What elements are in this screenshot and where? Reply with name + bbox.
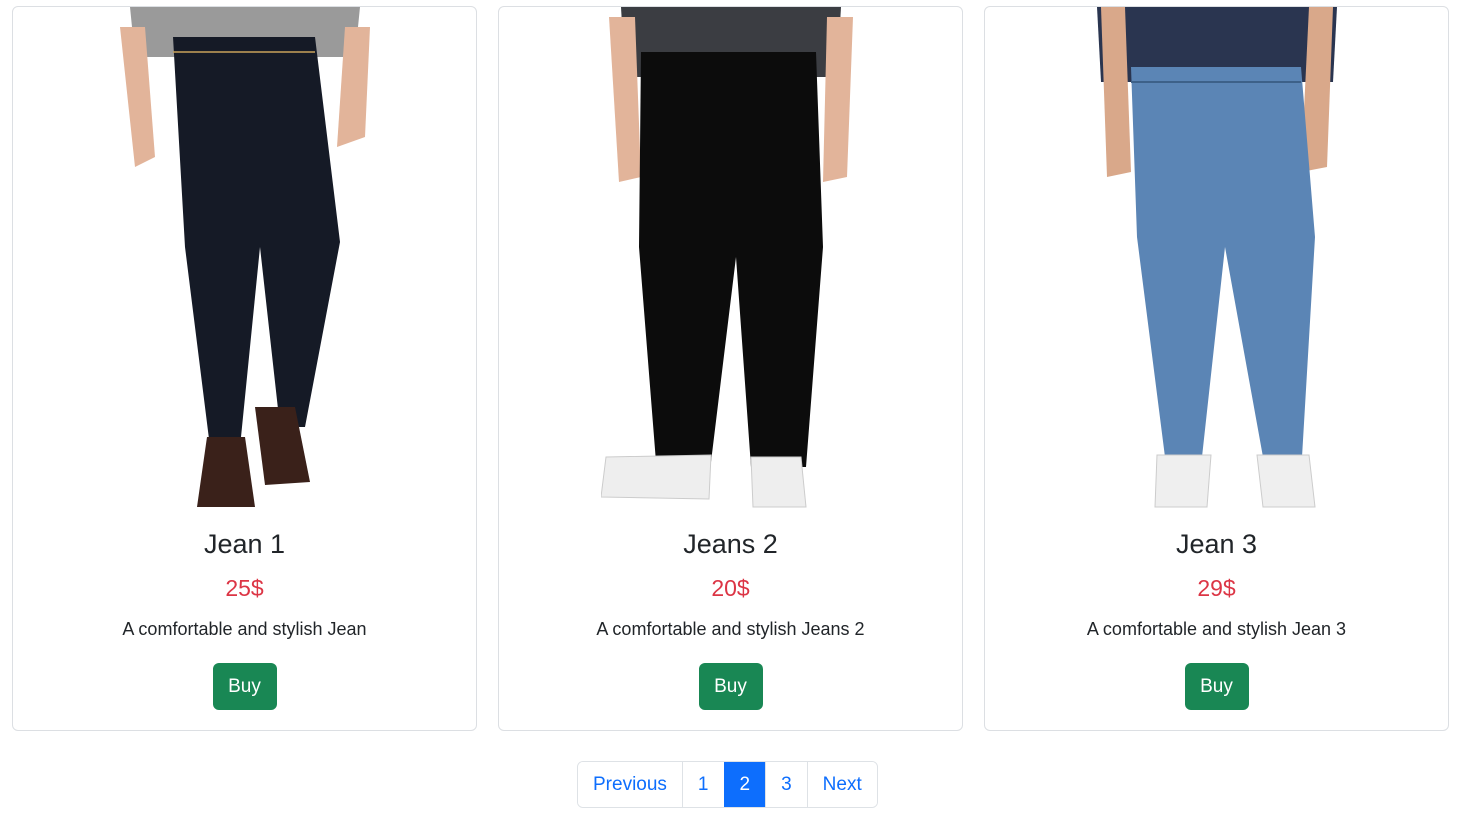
page-link-1[interactable]: 1	[681, 762, 724, 807]
next-page-link[interactable]: Next	[806, 762, 877, 807]
product-title: Jeans 2	[683, 529, 778, 559]
page-link-3[interactable]: 3	[765, 762, 807, 807]
product-card: Jean 1 25$ A comfortable and stylish Jea…	[12, 6, 477, 731]
buy-button[interactable]: Buy	[212, 663, 277, 710]
product-image	[985, 7, 1448, 517]
product-description: A comfortable and stylish Jean 3	[1086, 619, 1347, 639]
product-grid: Jean 1 25$ A comfortable and stylish Jea…	[12, 6, 1449, 731]
page-link-2[interactable]: 2	[723, 762, 766, 807]
product-description: A comfortable and stylish Jean	[122, 619, 367, 639]
buy-button[interactable]: Buy	[1184, 663, 1249, 710]
product-description: A comfortable and stylish Jeans 2	[596, 619, 865, 639]
product-price: 29$	[1197, 575, 1236, 601]
product-price: 20$	[711, 575, 750, 601]
product-title: Jean 3	[1175, 529, 1258, 559]
product-image	[13, 7, 476, 517]
product-card: Jean 3 29$ A comfortable and stylish Jea…	[984, 6, 1449, 731]
product-image	[499, 7, 962, 517]
buy-button[interactable]: Buy	[698, 663, 763, 710]
pagination: Previous 1 2 3 Next	[577, 761, 878, 808]
product-title: Jean 1	[203, 529, 286, 559]
product-card: Jeans 2 20$ A comfortable and stylish Je…	[498, 6, 963, 731]
product-price: 25$	[225, 575, 264, 601]
previous-page-link[interactable]: Previous	[578, 762, 682, 807]
